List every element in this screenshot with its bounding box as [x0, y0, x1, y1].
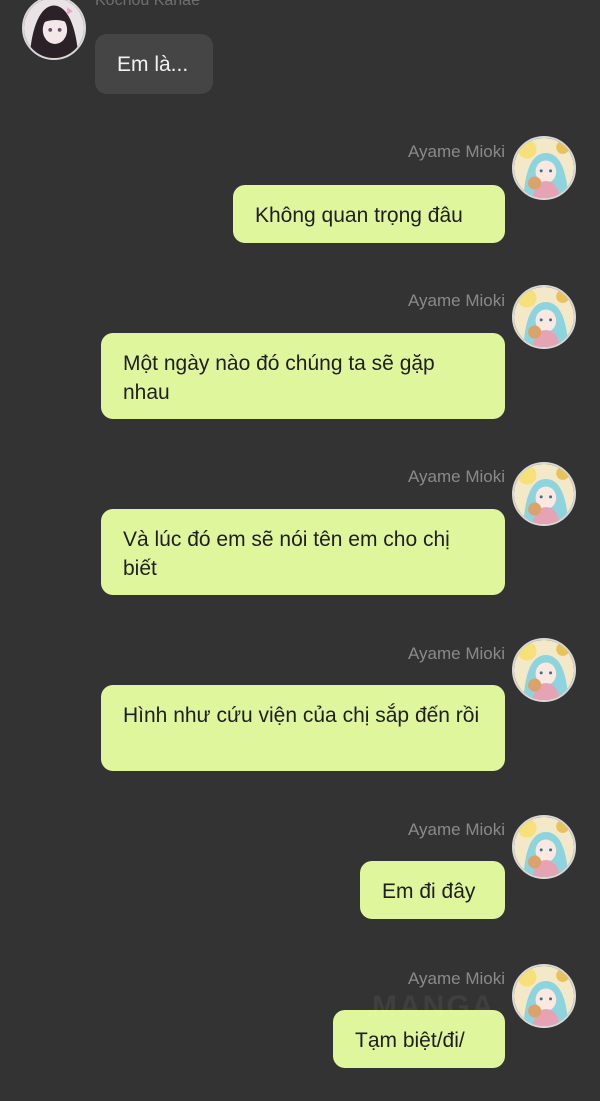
- avatar-outgoing[interactable]: [512, 638, 576, 702]
- message-bubble-outgoing[interactable]: Và lúc đó em sẽ nói tên em cho chị biết: [101, 509, 505, 595]
- sender-name: Ayame Mioki: [408, 467, 505, 486]
- watermark: MANGA: [372, 990, 496, 1023]
- avatar-incoming[interactable]: [22, 0, 86, 60]
- avatar-outgoing[interactable]: [512, 462, 576, 526]
- sender-name: Ayame Mioki: [408, 142, 505, 161]
- message-text: Một ngày nào đó chúng ta sẽ gặp nhau: [123, 352, 435, 404]
- sender-name: Ayame Mioki: [408, 820, 505, 839]
- message-bubble-incoming[interactable]: Em là...: [95, 34, 213, 94]
- sender-name-incoming: Kochou Kanae: [95, 0, 200, 9]
- message-text: Em đi đây: [382, 880, 476, 903]
- message-bubble-outgoing[interactable]: Hình như cứu viện của chị sắp đến rồi: [101, 685, 505, 771]
- avatar-outgoing[interactable]: [512, 815, 576, 879]
- sender-name: Ayame Mioki: [408, 969, 505, 988]
- message-text: Hình như cứu viện của chị sắp đến rồi: [123, 704, 480, 727]
- sender-name: Ayame Mioki: [408, 291, 505, 310]
- chat-view: Kochou Kanae Em là... Ayame Mioki Không …: [0, 0, 600, 1101]
- avatar-outgoing[interactable]: [512, 964, 576, 1028]
- message-text: Tạm biệt/đi/: [355, 1029, 465, 1052]
- message-bubble-outgoing[interactable]: Em đi đây: [360, 861, 505, 919]
- message-text: Và lúc đó em sẽ nói tên em cho chị biết: [123, 528, 450, 580]
- message-bubble-outgoing[interactable]: Không quan trọng đâu: [233, 185, 505, 243]
- message-text: Em là...: [117, 53, 189, 76]
- message-bubble-outgoing[interactable]: Một ngày nào đó chúng ta sẽ gặp nhau: [101, 333, 505, 419]
- avatar-outgoing[interactable]: [512, 136, 576, 200]
- avatar-outgoing[interactable]: [512, 285, 576, 349]
- message-text: Không quan trọng đâu: [255, 204, 463, 227]
- sender-name: Ayame Mioki: [408, 644, 505, 663]
